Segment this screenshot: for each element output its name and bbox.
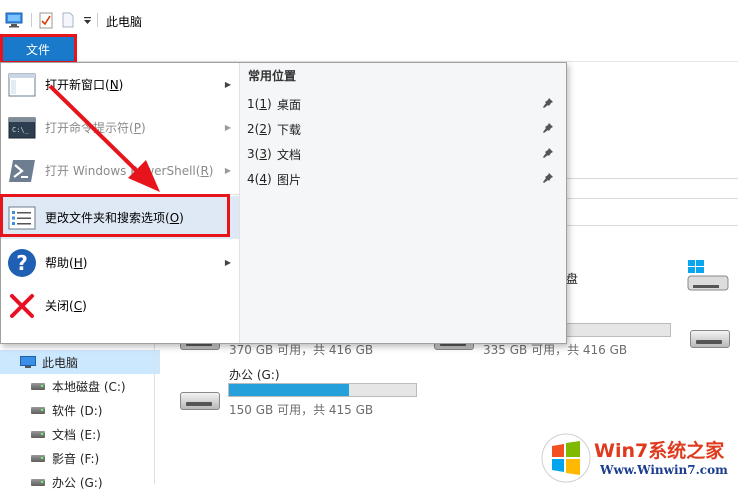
menu-item-open-new-window[interactable]: 打开新窗口(N) ▶ [1,63,239,106]
frequent-item-label: 下载 [277,122,302,137]
pc-icon [20,355,36,368]
drive-capacity: 150 GB 可用，共 415 GB [229,403,374,417]
menu-item-help[interactable]: ? 帮助(H) ▶ [1,241,239,284]
menu-item-label: 帮助( [45,256,74,270]
powershell-icon [6,155,38,187]
divider [31,13,32,27]
frequent-item-downloads[interactable]: 2(2) 下载 [247,118,562,140]
access-key: 1 [259,97,267,111]
menu-item-label-suffix: ) [140,121,146,135]
frequent-item-number: 1 [247,97,255,111]
frequent-places-title: 常用位置 [248,69,297,83]
nav-item-label: 影音 (F:) [52,451,100,466]
menu-item-label-suffix: ) [82,299,87,313]
submenu-arrow-icon: ▶ [224,80,231,89]
frequent-item-number: 2 [247,122,255,136]
frequent-item-label: 图片 [277,172,302,187]
annotation-highlight-box [0,194,230,237]
drive-icon [30,476,46,488]
navigation-pane: 此电脑 本地磁盘 (C:) 软件 (D:) 文档 (E:) 影音 (F:) 办公… [0,344,160,490]
menu-item-label: 打开命令提示符( [45,121,134,135]
drive-icon [30,428,46,440]
pin-icon[interactable] [542,147,554,159]
command-prompt-icon: C:\_ [6,112,38,144]
pc-icon[interactable] [4,11,24,29]
nav-item-drive-d[interactable]: 软件 (D:) [0,398,160,422]
customize-dropdown-icon[interactable] [80,11,94,29]
menu-item-open-powershell[interactable]: 打开 Windows PowerShell(R) ▶ [1,149,239,192]
menu-item-label-suffix: ) [82,256,88,270]
address-bar-edge [566,178,738,179]
menu-item-label-suffix: ) [118,78,124,92]
frequent-item-number: 3 [247,147,255,161]
frequent-item-label: 桌面 [277,97,302,112]
menu-item-close[interactable]: 关闭(C) [1,284,239,327]
access-key: 4 [259,172,267,186]
drive-usage-bar [228,383,417,397]
new-folder-icon[interactable] [60,11,76,29]
access-key: H [73,256,83,270]
windows-drive-icon[interactable] [686,258,730,292]
access-key: 2 [259,122,267,136]
access-key: N [109,78,119,92]
pin-icon[interactable] [542,97,554,109]
drive-usage-fill [229,384,349,396]
nav-item-label: 软件 (D:) [52,403,103,418]
divider [97,13,98,27]
svg-text:?: ? [16,251,28,275]
access-key: R [200,164,209,178]
nav-item-drive-f[interactable]: 影音 (F:) [0,446,160,470]
watermark-logo: Win7系统之家 Www.Winwin7.com [540,432,738,484]
nav-item-drive-e[interactable]: 文档 (E:) [0,422,160,446]
pin-icon[interactable] [542,172,554,184]
nav-item-label: 文档 (E:) [52,427,101,442]
access-key: 3 [259,147,267,161]
window-title: 此电脑 [106,15,143,29]
drive-icon [30,404,46,416]
search-box[interactable] [566,198,738,226]
nav-item-drive-c[interactable]: 本地磁盘 (C:) [0,374,160,398]
help-icon: ? [6,247,38,279]
frequent-item-label: 文档 [277,147,302,162]
frequent-item-documents[interactable]: 3(3) 文档 [247,143,562,165]
drive-icon[interactable] [180,392,220,410]
drive-name-partial: 盘 [566,272,579,286]
menu-item-open-command-prompt[interactable]: C:\_ 打开命令提示符(P) ▶ [1,106,239,149]
title-bar: 此电脑 [0,0,738,36]
drive-icon [30,380,46,392]
nav-item-this-pc[interactable]: 此电脑 [0,350,160,374]
submenu-arrow-icon: ▶ [224,258,231,267]
watermark-brand: Win7系统之家 [594,440,725,462]
menu-item-label: 打开新窗口( [45,78,110,92]
drive-icon [30,452,46,464]
annotation-highlight-box [0,34,77,64]
menu-item-label-suffix: ) [208,164,214,178]
nav-item-label: 此电脑 [42,355,79,370]
submenu-arrow-icon: ▶ [224,166,231,175]
drive-icon[interactable] [690,330,730,348]
nav-item-drive-g[interactable]: 办公 (G:) [0,470,160,494]
frequent-item-pictures[interactable]: 4(4) 图片 [247,168,562,190]
navigation-pane-border [154,344,155,484]
nav-item-label: 本地磁盘 (C:) [52,379,126,394]
menu-item-label: 关闭( [45,299,74,313]
drive-usage-bar [566,323,671,337]
close-icon [6,290,38,322]
new-window-icon [6,69,38,101]
frequent-item-desktop[interactable]: 1(1) 桌面 [247,93,562,115]
ribbon-tab-row [77,36,738,62]
access-key: P [133,121,141,135]
frequent-item-number: 4 [247,172,255,186]
watermark-url: Www.Winwin7.com [600,463,728,477]
menu-item-label: 打开 Windows PowerShell( [45,164,201,178]
svg-text:C:\_: C:\_ [12,126,30,134]
submenu-arrow-icon: ▶ [224,123,231,132]
drive-name[interactable]: 办公 (G:) [229,366,280,383]
pin-icon[interactable] [542,122,554,134]
access-key: C [73,299,83,313]
nav-item-label: 办公 (G:) [52,475,103,490]
properties-icon[interactable] [37,11,55,29]
